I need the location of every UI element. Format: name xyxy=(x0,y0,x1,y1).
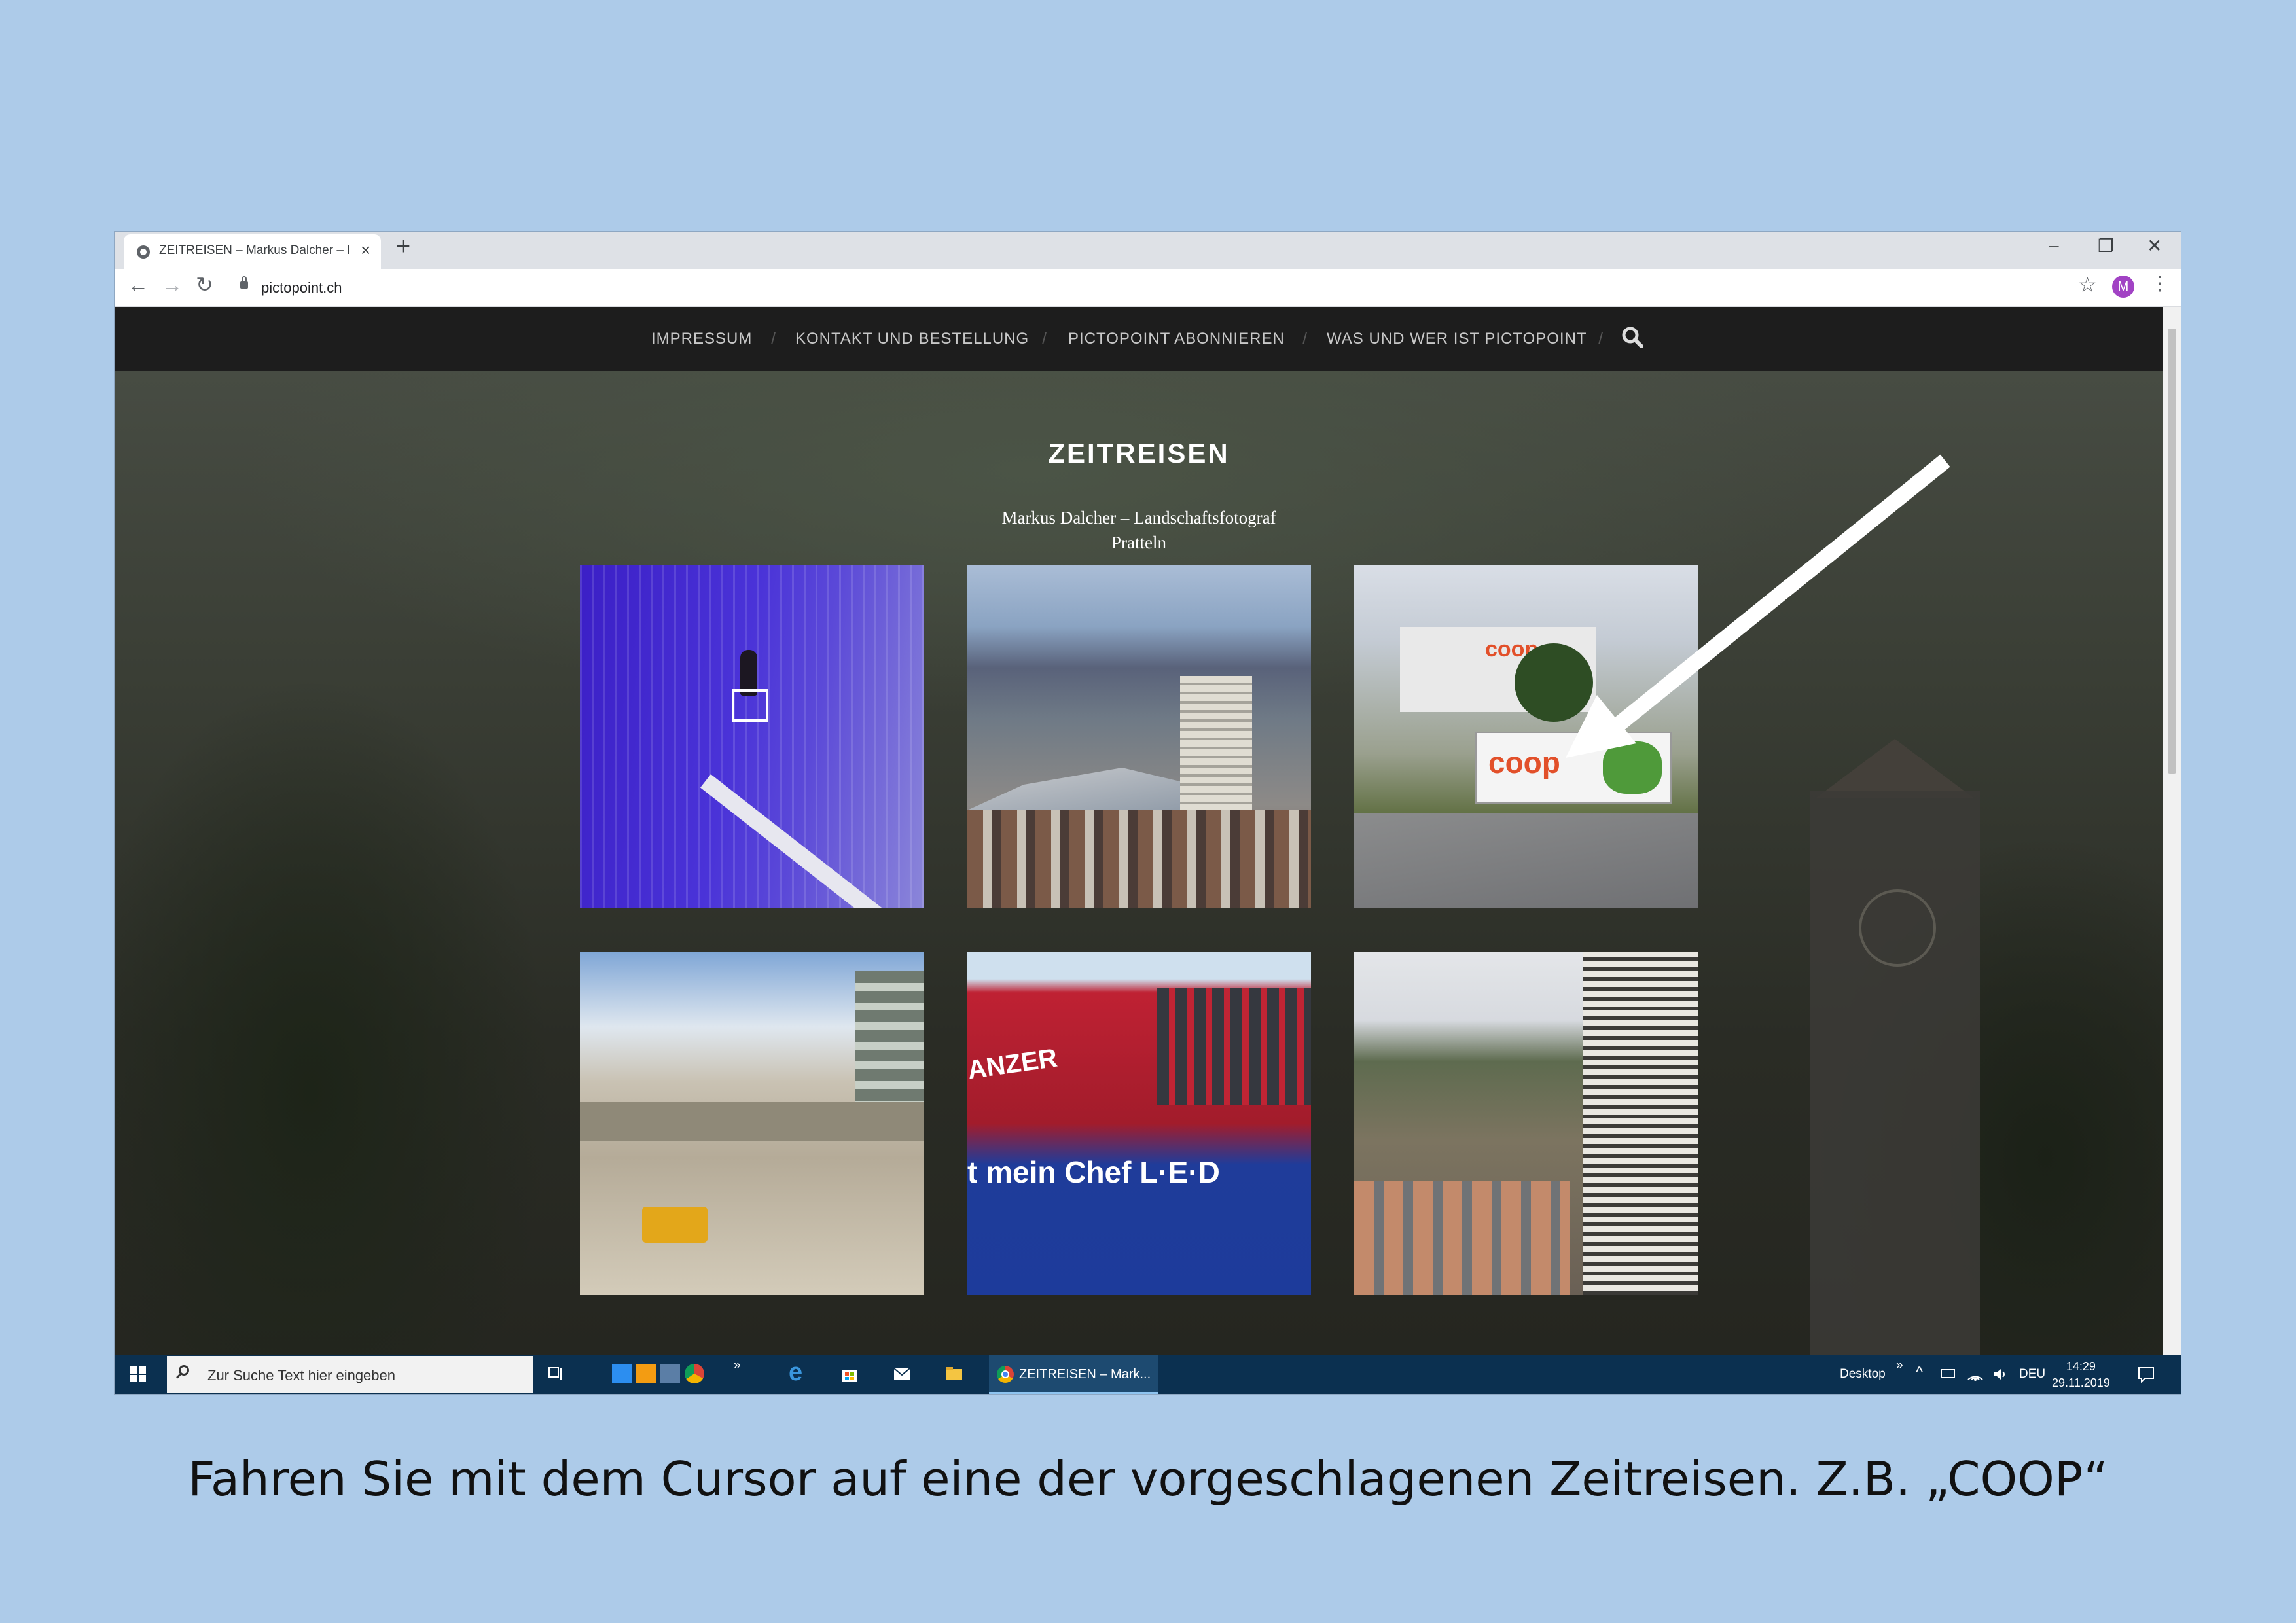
site-navbar: IMPRESSUM / KONTAKT UND BESTELLUNG / PIC… xyxy=(115,307,2163,371)
site-description: Markus Dalcher – Landschaftsfotograf Pra… xyxy=(115,505,2163,555)
close-window-button[interactable]: ✕ xyxy=(2147,235,2162,257)
apartment-building xyxy=(855,971,924,1122)
forward-button[interactable]: → xyxy=(162,274,183,295)
nav-link-kontakt[interactable]: KONTAKT UND BESTELLUNG xyxy=(795,330,1029,348)
windows-taskbar: Zur Suche Text hier eingeben » e ZEITREI… xyxy=(115,1355,2181,1394)
residential-block xyxy=(1354,1181,1570,1295)
chrome-icon xyxy=(997,1366,1014,1383)
nav-separator: / xyxy=(1598,329,1604,348)
task-view-icon[interactable] xyxy=(547,1364,566,1383)
pit-wall xyxy=(580,1102,924,1141)
nav-link-abonnieren[interactable]: PICTOPOINT ABONNIEREN xyxy=(1068,330,1285,348)
edge-icon[interactable]: e xyxy=(789,1359,808,1386)
taskbar-clock[interactable]: 14:29 29.11.2019 xyxy=(2052,1359,2110,1391)
quicklaunch-icon-2[interactable] xyxy=(636,1364,656,1383)
file-explorer-icon[interactable] xyxy=(944,1364,964,1383)
site-title[interactable]: ZEITREISEN xyxy=(115,438,2163,469)
store-icon[interactable] xyxy=(840,1364,859,1383)
search-icon xyxy=(179,1365,189,1376)
taskbar-window-title: ZEITREISEN – Mark... xyxy=(1019,1367,1151,1382)
browser-toolbar: ← → ↻ pictopoint.ch ☆ M ⋮ xyxy=(115,269,2181,307)
chrome-quicklaunch-icon[interactable] xyxy=(685,1364,704,1383)
church-roof xyxy=(1816,739,1973,798)
site-description-line1: Markus Dalcher – Landschaftsfotograf xyxy=(1001,508,1276,527)
building-windows xyxy=(1157,988,1311,1105)
globe-icon xyxy=(137,245,150,259)
building-sign: ANZER xyxy=(967,1043,1060,1085)
clock-time: 14:29 xyxy=(2066,1360,2096,1373)
nav-link-impressum[interactable]: IMPRESSUM xyxy=(651,330,752,348)
desktop-chevron[interactable]: » xyxy=(1896,1359,1903,1373)
thumbnail-coop[interactable]: coop coop xyxy=(1354,565,1698,908)
taskbar-chrome-window[interactable]: ZEITREISEN – Mark... xyxy=(989,1355,1158,1394)
battery-icon[interactable] xyxy=(1941,1369,1955,1378)
new-tab-button[interactable]: + xyxy=(396,234,410,259)
volume-icon[interactable] xyxy=(1992,1366,2009,1382)
windows-start-icon[interactable] xyxy=(130,1366,146,1382)
coop-logo-truck: coop xyxy=(1488,745,1560,779)
thumbnail-high-rise[interactable] xyxy=(1354,952,1698,1295)
thumbnail-construction[interactable] xyxy=(580,952,924,1295)
site-description-line2: Pratteln xyxy=(1111,533,1166,552)
reload-button[interactable]: ↻ xyxy=(196,274,213,295)
clock-date: 29.11.2019 xyxy=(2052,1376,2110,1389)
browser-menu-button[interactable]: ⋮ xyxy=(2150,274,2170,294)
town-roofs xyxy=(967,810,1311,908)
browser-tab[interactable]: ZEITREISEN – Markus Dalcher – L × xyxy=(124,234,381,269)
nav-separator: / xyxy=(1302,329,1308,348)
thumbnail-town-view[interactable] xyxy=(967,565,1311,908)
quicklaunch-chevron[interactable]: » xyxy=(734,1359,741,1373)
back-button[interactable]: ← xyxy=(128,274,149,295)
url-text: pictopoint.ch xyxy=(261,279,342,296)
taskbar-search-placeholder: Zur Suche Text hier eingeben xyxy=(207,1367,395,1383)
tray-expand-icon[interactable]: ^ xyxy=(1916,1364,1923,1382)
thumbnail-red-building[interactable]: ANZER t mein Chef L·E·D xyxy=(967,952,1311,1295)
road xyxy=(1354,813,1698,908)
wifi-icon[interactable] xyxy=(1967,1366,1984,1382)
nav-separator: / xyxy=(1042,329,1047,348)
facade-stripes xyxy=(580,565,924,908)
tree xyxy=(1515,643,1593,722)
minimize-button[interactable]: – xyxy=(2049,235,2059,256)
profile-avatar[interactable]: M xyxy=(2112,276,2134,298)
truck-lettering: t mein Chef L·E·D xyxy=(967,1155,1220,1189)
tab-strip: ZEITREISEN – Markus Dalcher – L × + – ❐ … xyxy=(115,232,2181,269)
mail-icon[interactable] xyxy=(892,1364,912,1383)
high-rise xyxy=(1180,676,1252,830)
language-indicator[interactable]: DEU xyxy=(2019,1367,2045,1382)
residential-tower xyxy=(1583,952,1698,1295)
desktop-toolbar-label[interactable]: Desktop xyxy=(1840,1367,1886,1382)
church-clock xyxy=(1859,889,1936,967)
quicklaunch-icon-1[interactable] xyxy=(612,1364,632,1383)
lock-icon xyxy=(240,276,248,289)
search-icon[interactable] xyxy=(1620,325,1646,351)
tab-close-button[interactable]: × xyxy=(361,240,370,260)
nav-link-was-und-wer[interactable]: WAS UND WER IST PICTOPOINT xyxy=(1327,330,1587,348)
restore-button[interactable]: ❐ xyxy=(2098,235,2114,257)
instruction-caption: Fahren Sie mit dem Cursor auf eine der v… xyxy=(188,1452,2108,1507)
address-bar[interactable]: pictopoint.ch xyxy=(232,274,2117,300)
church-tower xyxy=(1810,791,1980,1355)
truck-vegetable-graphic xyxy=(1603,741,1662,794)
quicklaunch-icon-3[interactable] xyxy=(660,1364,680,1383)
bookmark-star-icon[interactable]: ☆ xyxy=(2078,274,2097,295)
excavator xyxy=(642,1207,708,1243)
lift-basket xyxy=(732,689,768,722)
taskbar-search-box[interactable]: Zur Suche Text hier eingeben xyxy=(167,1356,533,1393)
tab-title: ZEITREISEN – Markus Dalcher – L xyxy=(159,243,349,257)
thumbnail-facade-painter[interactable] xyxy=(580,565,924,908)
nav-separator: / xyxy=(771,329,776,348)
notification-icon[interactable] xyxy=(2137,1365,2155,1383)
page-viewport: IMPRESSUM / KONTAKT UND BESTELLUNG / PIC… xyxy=(115,307,2163,1355)
browser-window: ZEITREISEN – Markus Dalcher – L × + – ❐ … xyxy=(115,232,2181,1394)
scrollbar-thumb[interactable] xyxy=(2168,329,2176,774)
